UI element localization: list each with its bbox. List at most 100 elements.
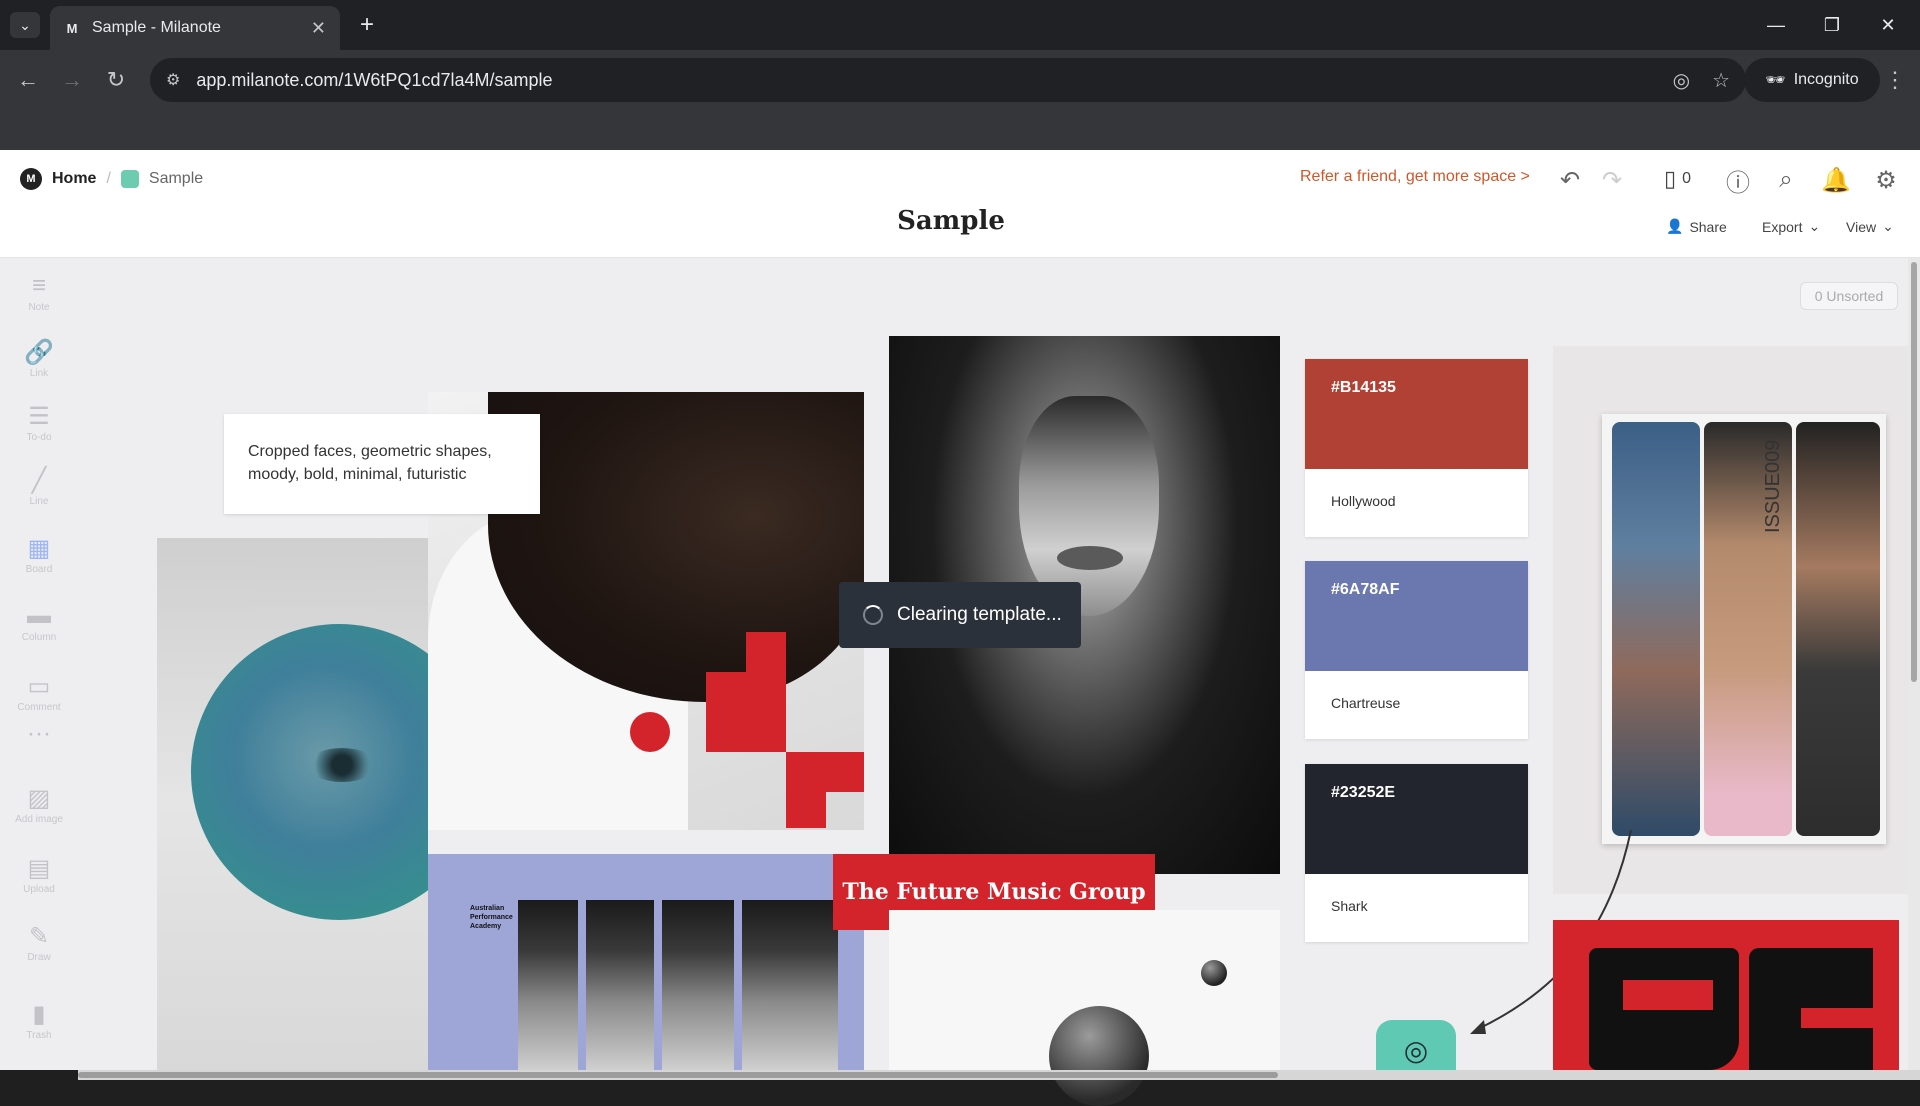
export-label: Export <box>1762 218 1803 235</box>
tool-link[interactable]: 🔗 Link <box>14 338 64 379</box>
window-close-icon[interactable]: ✕ <box>1868 8 1908 42</box>
color-swatch-card[interactable]: #6A78AF Chartreuse <box>1305 561 1528 739</box>
red-notch-shape <box>1801 1008 1873 1028</box>
image-card-spheres[interactable] <box>889 910 1280 1106</box>
red-block-shape <box>706 672 786 752</box>
tab-title: Sample - Milanote <box>92 19 221 36</box>
tool-todo[interactable]: ☰ To-do <box>14 402 64 443</box>
tool-column[interactable]: ▬ Column <box>14 602 64 643</box>
phone-icon: ▯ <box>1664 166 1677 191</box>
large-sphere-shape <box>1049 1006 1149 1106</box>
poster-stripe <box>578 900 586 1070</box>
device-counter[interactable]: ▯ 0 <box>1664 166 1691 192</box>
tool-label: Line <box>29 496 49 507</box>
tool-line[interactable]: ╱ Line <box>14 466 64 507</box>
add-user-icon: 👤 <box>1666 218 1684 234</box>
swatch-name: Hollywood <box>1331 493 1396 509</box>
tool-draw[interactable]: ✎ Draw <box>14 922 64 963</box>
chevron-down-icon: ⌄ <box>1882 218 1894 234</box>
magazine-photo-column <box>1612 422 1700 836</box>
export-button[interactable]: Export ⌄ <box>1762 218 1820 235</box>
settings-gear-icon[interactable]: ⚙ <box>1868 162 1904 198</box>
share-label: Share <box>1689 218 1727 235</box>
browser-tab-bar: ⌄ M Sample - Milanote ✕ + — ❐ ✕ <box>0 0 1920 50</box>
red-block-shape <box>786 752 864 792</box>
column-icon: ▬ <box>27 602 51 629</box>
scrollbar-thumb[interactable] <box>78 1072 1278 1078</box>
image-card-magazine-cover[interactable]: ISSUE009 <box>1602 414 1886 844</box>
image-card-teal-circle-face[interactable] <box>157 538 428 1070</box>
forward-icon[interactable]: → <box>54 62 90 98</box>
poster-stripe <box>734 900 742 1070</box>
tool-note[interactable]: ≡ Note <box>14 272 64 313</box>
red-circle-shape <box>630 712 670 752</box>
view-button[interactable]: View ⌄ <box>1846 218 1894 235</box>
redo-icon[interactable]: ↷ <box>1594 162 1630 198</box>
tool-trash[interactable]: ▮ Trash <box>14 1000 64 1041</box>
red-block-shape <box>746 632 786 672</box>
image-card-red-logo[interactable] <box>1553 920 1899 1070</box>
breadcrumb-board[interactable]: Sample <box>149 170 203 188</box>
small-sphere-shape <box>1201 960 1227 986</box>
search-icon[interactable]: ⌕ <box>1768 162 1804 198</box>
share-button[interactable]: 👤 Share <box>1666 218 1727 235</box>
trash-icon: ▮ <box>32 1001 46 1028</box>
tool-upload[interactable]: ▤ Upload <box>14 854 64 895</box>
browser-tab[interactable]: M Sample - Milanote ✕ <box>50 6 340 50</box>
mouse-cursor-icon: ➤ <box>1636 958 1652 978</box>
board-color-icon <box>120 170 139 188</box>
board-title[interactable]: Sample <box>0 206 1902 236</box>
tool-label: Note <box>28 302 50 313</box>
lips-shape <box>1057 546 1123 570</box>
tab-search-dropdown-icon[interactable]: ⌄ <box>10 12 40 38</box>
upload-icon: ▤ <box>27 855 51 882</box>
tool-label: Link <box>29 368 49 379</box>
vertical-scrollbar[interactable] <box>1908 258 1920 1070</box>
swatch-name: Chartreuse <box>1331 695 1401 711</box>
tool-board[interactable]: ▦ Board <box>14 534 64 575</box>
swatch-hex: #23252E <box>1331 784 1396 801</box>
tool-add-image[interactable]: ▨ Add image <box>14 784 64 825</box>
tool-label: Add image <box>15 814 63 825</box>
tool-more[interactable]: ··· <box>14 720 64 750</box>
url-text[interactable]: app.milanote.com/1W6tPQ1cd7la4M/sample <box>196 70 1650 91</box>
milanote-favicon-icon: M <box>66 20 78 36</box>
address-bar[interactable]: ⚙ app.milanote.com/1W6tPQ1cd7la4M/sample… <box>150 58 1746 102</box>
image-card-music-poster[interactable]: Australian Performance Academy <box>428 854 864 1070</box>
unsorted-counter[interactable]: 0 Unsorted <box>1800 282 1898 310</box>
back-icon[interactable]: ← <box>10 62 46 98</box>
tool-label: Board <box>25 564 53 575</box>
refer-friend-link[interactable]: Refer a friend, get more space > <box>1300 168 1530 186</box>
milanote-logo-icon[interactable]: M <box>20 168 42 190</box>
eye-shape <box>307 748 377 782</box>
incognito-badge[interactable]: 🕶 Incognito <box>1744 58 1880 102</box>
tool-sidebar: ≡ Note 🔗 Link ☰ To-do ╱ Line ▦ Board ▬ Column … <box>0 258 78 1070</box>
undo-icon[interactable]: ↶ <box>1552 162 1588 198</box>
new-tab-icon[interactable]: + <box>352 10 382 40</box>
tab-close-icon[interactable]: ✕ <box>311 18 326 39</box>
horizontal-scrollbar[interactable] <box>78 1070 1920 1080</box>
poster-stripe <box>654 900 662 1070</box>
help-icon[interactable]: ⓘ <box>1720 162 1756 198</box>
magazine-photo-column <box>1796 422 1880 836</box>
eye-off-icon[interactable]: ◎ <box>1673 68 1690 93</box>
todo-icon: ☰ <box>28 403 50 430</box>
bookmark-star-icon[interactable]: ☆ <box>1712 68 1730 93</box>
tool-label: Trash <box>26 1030 52 1041</box>
reload-icon[interactable]: ↻ <box>98 62 134 98</box>
breadcrumb-home[interactable]: Home <box>52 170 96 188</box>
site-info-icon[interactable]: ⚙ <box>166 70 180 90</box>
scrollbar-thumb[interactable] <box>1911 262 1917 682</box>
incognito-icon: 🕶 <box>1765 72 1786 89</box>
bell-icon[interactable]: 🔔 <box>1818 162 1854 198</box>
browser-menu-icon[interactable]: ⋮ <box>1880 62 1910 98</box>
line-icon: ╱ <box>31 467 47 494</box>
note-icon: ≡ <box>31 272 46 299</box>
restore-icon[interactable]: ❐ <box>1812 8 1852 42</box>
minimize-icon[interactable]: — <box>1756 8 1796 42</box>
color-swatch-card[interactable]: #B14135 Hollywood <box>1305 359 1528 537</box>
note-card[interactable]: Cropped faces, geometric shapes, moody, … <box>224 414 540 514</box>
magazine-issue-text: ISSUE009 <box>1762 439 1784 533</box>
swatch-hex: #B14135 <box>1331 379 1396 396</box>
tool-comment[interactable]: ▭ Comment <box>14 672 64 713</box>
